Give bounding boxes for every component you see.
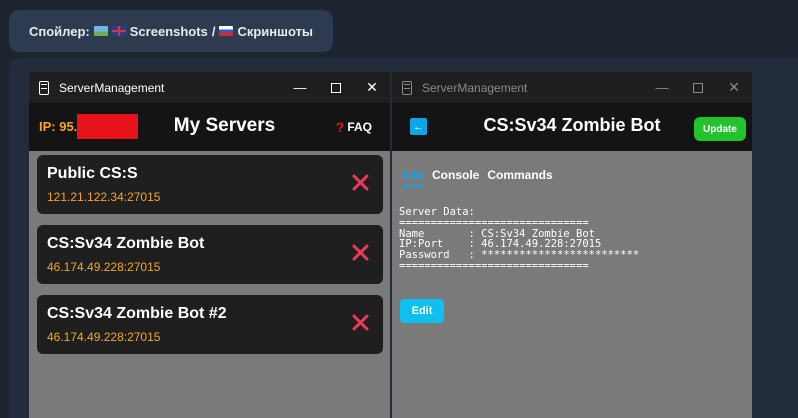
- server-address: 46.174.49.228:27015: [47, 260, 161, 274]
- server-address: 46.174.49.228:27015: [47, 330, 161, 344]
- update-button[interactable]: Update: [694, 117, 746, 141]
- delete-icon[interactable]: [352, 314, 369, 331]
- maximize-icon: [693, 82, 703, 93]
- app-icon: [39, 80, 49, 95]
- window-title: ServerManagement: [59, 80, 165, 95]
- edit-button[interactable]: Edit: [400, 299, 444, 323]
- faq-button[interactable]: ? FAQ: [336, 119, 372, 135]
- tab-info[interactable]: Info: [402, 168, 424, 187]
- spoiler-button[interactable]: Спойлер: Screenshots / Скриншоты: [9, 10, 333, 52]
- info-line: ==============================: [399, 216, 589, 229]
- server-detail-window: ServerManagement — ✕ ← CS:Sv34 Zombie Bo…: [392, 72, 752, 418]
- titlebar[interactable]: ServerManagement — ✕: [392, 72, 752, 103]
- window-controls: — ✕: [644, 72, 752, 103]
- server-info-text: Server Data: ============================…: [399, 207, 639, 272]
- uk-flag-icon: [111, 26, 126, 36]
- russia-flag-icon: [219, 26, 234, 36]
- spoiler-separator: /: [211, 23, 216, 39]
- server-list-window: ServerManagement — ✕ IP: 95. My Servers …: [29, 72, 390, 418]
- faq-label: FAQ: [347, 120, 372, 134]
- tab-commands[interactable]: Commands: [487, 168, 552, 187]
- maximize-button[interactable]: [680, 72, 716, 103]
- delete-icon[interactable]: [352, 174, 369, 191]
- maximize-button[interactable]: [318, 72, 354, 103]
- tab-console[interactable]: Console: [432, 168, 479, 187]
- question-icon: ?: [335, 119, 345, 135]
- app-header: ← CS:Sv34 Zombie Bot Update: [392, 103, 752, 151]
- server-card[interactable]: CS:Sv34 Zombie Bot #2 46.174.49.228:2701…: [37, 295, 383, 354]
- spoiler-title-ru: Скриншоты: [237, 23, 314, 39]
- server-name: CS:Sv34 Zombie Bot #2: [47, 305, 227, 322]
- server-list: Public CS:S 121.21.122.34:27015 CS:Sv34 …: [29, 151, 390, 418]
- info-line: ==============================: [399, 259, 589, 272]
- server-card[interactable]: Public CS:S 121.21.122.34:27015: [37, 155, 383, 214]
- titlebar[interactable]: ServerManagement — ✕: [29, 72, 390, 103]
- app-header: IP: 95. My Servers ? FAQ: [29, 103, 390, 151]
- server-name: Public CS:S: [47, 165, 138, 182]
- close-button[interactable]: ✕: [354, 72, 390, 103]
- server-detail: Info Console Commands Server Data: ======…: [392, 151, 752, 418]
- spoiler-title-en: Screenshots: [129, 23, 208, 39]
- window-controls: — ✕: [282, 72, 390, 103]
- tab-bar: Info Console Commands: [402, 168, 553, 187]
- server-address: 121.21.122.34:27015: [47, 190, 161, 204]
- window-title: ServerManagement: [422, 80, 528, 95]
- server-card[interactable]: CS:Sv34 Zombie Bot 46.174.49.228:27015: [37, 225, 383, 284]
- app-icon: [402, 80, 412, 95]
- picture-icon: [93, 26, 108, 36]
- close-button[interactable]: ✕: [716, 72, 752, 103]
- maximize-icon: [331, 82, 341, 93]
- delete-icon[interactable]: [352, 244, 369, 261]
- minimize-button[interactable]: —: [644, 72, 680, 103]
- minimize-button[interactable]: —: [282, 72, 318, 103]
- server-name: CS:Sv34 Zombie Bot: [47, 235, 205, 252]
- spoiler-label: Спойлер:: [29, 23, 90, 39]
